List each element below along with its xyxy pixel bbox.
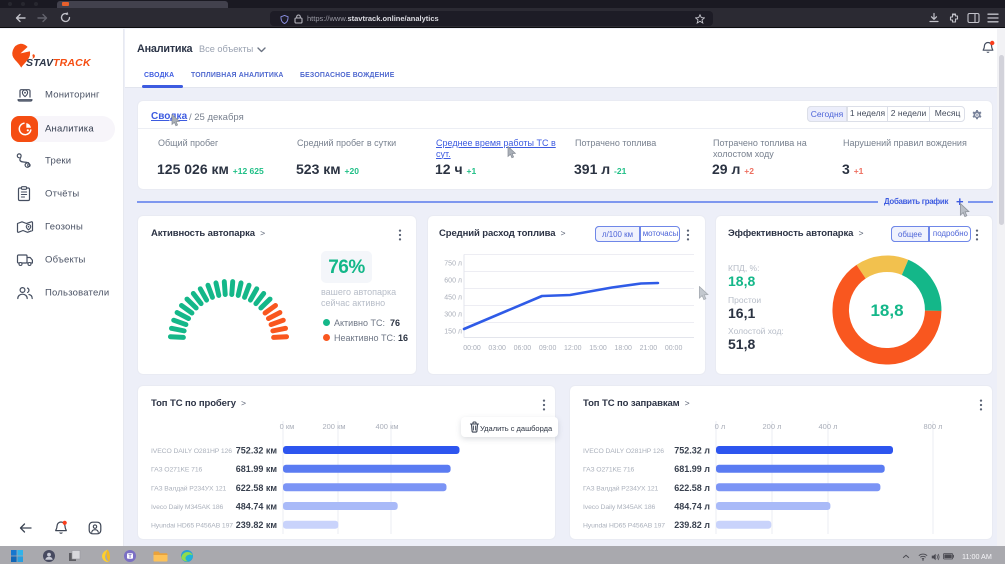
svg-text:400 км: 400 км (375, 422, 398, 431)
svg-text:622.58 км: 622.58 км (236, 483, 278, 493)
svg-text:IVECO DAILY O281HP 126: IVECO DAILY O281HP 126 (151, 448, 232, 455)
svg-text:00:00: 00:00 (463, 345, 481, 352)
svg-text:Hyundai HD65 P456AB 197: Hyundai HD65 P456AB 197 (151, 523, 233, 530)
svg-text:15:00: 15:00 (589, 345, 607, 352)
svg-text:200 л: 200 л (763, 422, 782, 431)
svg-text:300 л: 300 л (444, 312, 462, 319)
svg-text:ГАЗ O271KE 716: ГАЗ O271KE 716 (583, 467, 635, 474)
svg-text:752.32 л: 752.32 л (674, 446, 710, 456)
svg-text:239.82 л: 239.82 л (674, 520, 710, 530)
svg-text:750 л: 750 л (444, 261, 462, 268)
svg-text:18,8: 18,8 (870, 301, 903, 320)
svg-text:ГАЗ Валдай P234УХ 121: ГАЗ Валдай P234УХ 121 (151, 484, 227, 492)
svg-text:Iveco Daily M345AK 186: Iveco Daily M345AK 186 (151, 504, 224, 511)
svg-text:400 л: 400 л (819, 422, 838, 431)
svg-text:21:00: 21:00 (640, 345, 658, 352)
svg-text:484.74 км: 484.74 км (236, 502, 278, 512)
svg-text:00:00: 00:00 (665, 345, 683, 352)
svg-text:800 л: 800 л (924, 422, 943, 431)
svg-text:600 л: 600 л (444, 278, 462, 285)
svg-text:09:00: 09:00 (539, 345, 557, 352)
svg-text:0 км: 0 км (280, 422, 295, 431)
svg-text:752.32 км: 752.32 км (236, 446, 278, 456)
svg-text:12:00: 12:00 (564, 345, 582, 352)
svg-text:0 л: 0 л (715, 422, 726, 431)
svg-text:681.99 км: 681.99 км (236, 464, 278, 474)
svg-text:200 км: 200 км (322, 422, 345, 431)
svg-text:450 л: 450 л (444, 295, 462, 302)
svg-text:03:00: 03:00 (488, 345, 506, 352)
svg-text:Hyundai HD65 P456AB 197: Hyundai HD65 P456AB 197 (583, 523, 665, 530)
svg-text:18:00: 18:00 (614, 345, 632, 352)
svg-text:622.58 л: 622.58 л (674, 483, 710, 493)
svg-text:681.99 л: 681.99 л (674, 464, 710, 474)
svg-text:239.82 км: 239.82 км (236, 520, 278, 530)
svg-text:484.74 л: 484.74 л (674, 502, 710, 512)
svg-text:STAV: STAV (26, 57, 54, 69)
svg-text:Iveco Daily M345AK 186: Iveco Daily M345AK 186 (583, 504, 656, 511)
svg-text:ГАЗ Валдай P234УХ 121: ГАЗ Валдай P234УХ 121 (583, 484, 659, 492)
svg-text:06:00: 06:00 (514, 345, 532, 352)
svg-text:150 л: 150 л (444, 329, 462, 336)
svg-text:TRACK: TRACK (53, 57, 92, 69)
svg-text:ГАЗ O271KE 716: ГАЗ O271KE 716 (151, 467, 203, 474)
svg-text:IVECO DAILY O281HP 126: IVECO DAILY O281HP 126 (583, 448, 664, 455)
